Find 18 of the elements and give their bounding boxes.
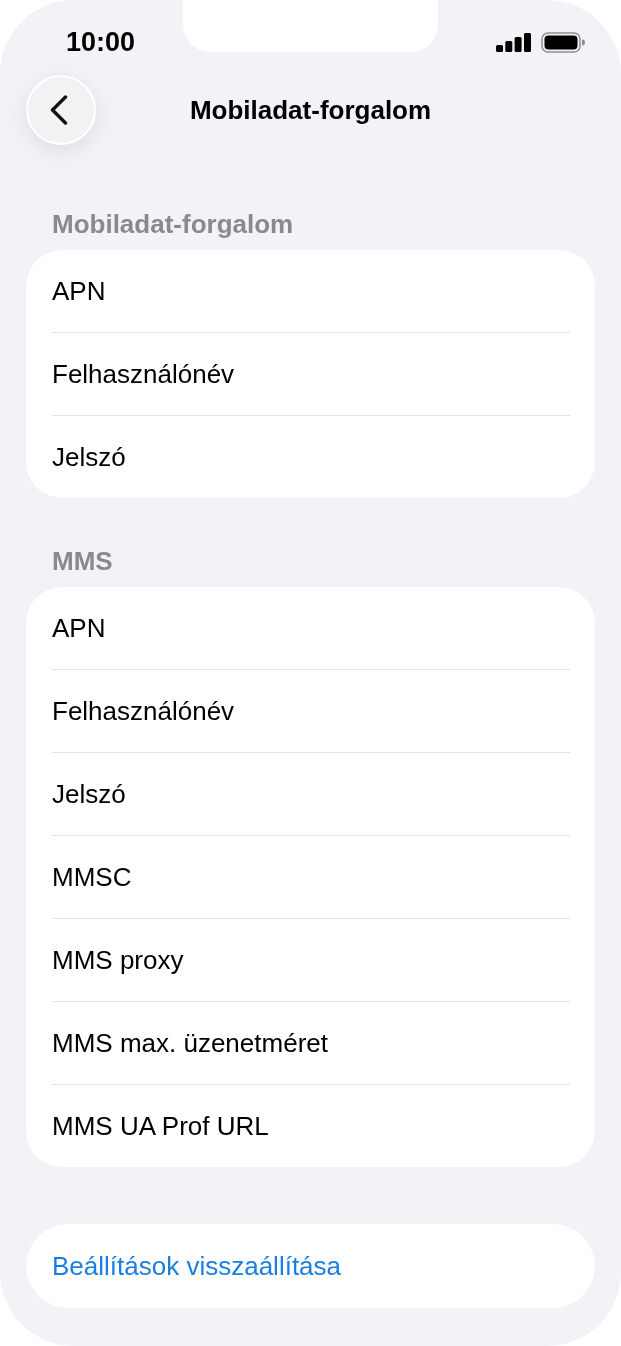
settings-row[interactable]: MMS max. üzenetméret xyxy=(52,1002,570,1085)
status-time: 10:00 xyxy=(66,27,136,57)
battery-icon xyxy=(541,32,585,53)
settings-row[interactable]: MMS proxy xyxy=(52,919,570,1002)
settings-row[interactable]: MMS UA Prof URL xyxy=(52,1085,570,1167)
settings-row[interactable]: Jelszó xyxy=(52,753,570,836)
section-header: MMS xyxy=(52,545,114,577)
reset-settings-button[interactable]: Beállítások visszaállítása xyxy=(26,1224,595,1308)
chevron-left-icon xyxy=(50,95,68,125)
section-header: Mobiladat-forgalom xyxy=(52,208,295,240)
signal-icon xyxy=(496,33,531,52)
page-title: Mobiladat-forgalom xyxy=(189,94,432,126)
settings-row[interactable]: Felhasználónév xyxy=(52,333,570,416)
settings-row[interactable]: APN xyxy=(52,587,570,670)
settings-row[interactable]: Jelszó xyxy=(52,416,570,498)
settings-row[interactable]: Felhasználónév xyxy=(52,670,570,753)
settings-row[interactable]: APN xyxy=(52,250,570,333)
settings-row[interactable]: MMSC xyxy=(52,836,570,919)
